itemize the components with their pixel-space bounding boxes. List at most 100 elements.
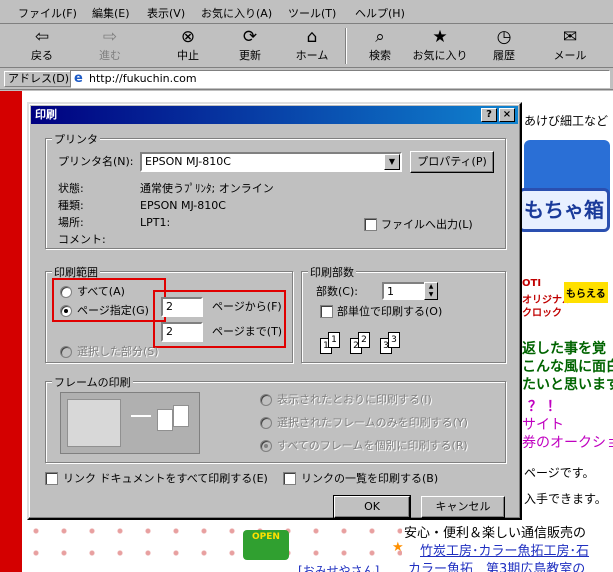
collate-checkbox[interactable]	[320, 305, 333, 318]
print-links-label[interactable]: リンク ドキュメントをすべて印刷する(E)	[63, 472, 268, 486]
collate-page-icon: 2	[358, 332, 370, 348]
print-to-file-label[interactable]: ファイルへ出力(L)	[381, 218, 473, 232]
mail-icon: ✉	[562, 27, 578, 47]
spin-up-icon[interactable]: ▲	[425, 283, 437, 291]
frames-each-label: すべてのフレームを個別に印刷する(R)	[277, 439, 468, 452]
menu-help[interactable]: ヘルプ(H)	[355, 5, 405, 21]
frames-as-laid-out-label: 表示されたとおりに印刷する(I)	[277, 393, 432, 406]
page-line-2: こんな風に面白	[522, 359, 613, 375]
frames-each-radio[interactable]	[260, 440, 272, 452]
page-line-8: 入手できます。	[524, 492, 607, 506]
print-links-checkbox[interactable]	[45, 472, 58, 485]
address-input[interactable]: e http://fukuchin.com	[70, 70, 610, 88]
refresh-button[interactable]: ⟳ 更新	[220, 27, 280, 65]
print-dialog: 印刷 ? × プリンタ プリンタ名(N): EPSON MJ-810C ▼ プロ…	[27, 102, 522, 520]
highlight-box-range	[52, 278, 166, 322]
address-label: アドレス(D)	[4, 71, 74, 87]
status-label: 状態:	[58, 182, 84, 195]
back-button[interactable]: ⇦ 戻る	[12, 27, 72, 65]
frames-as-laid-out-radio[interactable]	[260, 394, 272, 406]
history-button[interactable]: ◷ 履歴	[474, 27, 534, 65]
printer-name-select[interactable]: EPSON MJ-810C ▼	[140, 152, 402, 172]
refresh-icon: ⟳	[242, 27, 258, 47]
favorites-button[interactable]: ★ お気に入り	[410, 27, 470, 65]
status-value: 通常使うﾌﾟﾘﾝﾀ; オンライン	[140, 182, 274, 195]
forward-button[interactable]: ⇨ 進む	[80, 27, 140, 65]
forward-arrow-icon: ⇨	[102, 27, 118, 47]
search-button[interactable]: ⌕ 検索	[350, 27, 410, 65]
search-icon: ⌕	[375, 27, 385, 47]
close-button[interactable]: ×	[499, 108, 515, 122]
copies-count-input[interactable]: 1	[382, 282, 426, 300]
chevron-down-icon[interactable]: ▼	[384, 154, 400, 170]
page-line-4: ？ ！	[528, 399, 561, 415]
page-line-1: 返した事を覚	[522, 341, 606, 357]
mail-button[interactable]: ✉ メール	[540, 27, 600, 65]
favorites-icon: ★	[432, 27, 448, 47]
page-line-3: たいと思います	[522, 377, 613, 393]
frames-group-label: フレームの印刷	[52, 374, 133, 390]
ad-badge: もらえる	[564, 282, 608, 303]
menu-view[interactable]: 表示(V)	[147, 5, 185, 21]
ie-page-icon: e	[74, 71, 83, 86]
print-link-table-label[interactable]: リンクの一覧を印刷する(B)	[301, 472, 438, 486]
printer-group: プリンタ プリンタ名(N): EPSON MJ-810C ▼ プロパティ(P) …	[45, 131, 506, 249]
page-line-6[interactable]: 券のオークショ	[522, 432, 613, 452]
properties-button[interactable]: プロパティ(P)	[410, 151, 494, 173]
open-shop-graphic[interactable]: OPEN	[243, 530, 289, 560]
back-arrow-icon: ⇦	[34, 27, 50, 47]
menu-file[interactable]: ファイル(F)	[18, 5, 77, 21]
page-bottom-3[interactable]: カラー魚拓 第3期広島教室の	[408, 558, 585, 572]
printer-name-label: プリンタ名(N):	[58, 155, 134, 168]
dialog-title: 印刷	[35, 108, 57, 121]
stop-icon: ⊗	[180, 27, 196, 47]
frame-preview-icon	[60, 392, 200, 454]
page-line-7: ページです。	[524, 466, 595, 480]
menu-bar: ファイル(F) 編集(E) 表示(V) お気に入り(A) ツール(T) ヘルプ(…	[0, 0, 613, 24]
print-to-file-checkbox[interactable]	[364, 218, 377, 231]
copies-spinner[interactable]: ▲ ▼	[424, 282, 438, 300]
comment-label: コメント:	[58, 233, 106, 246]
menu-tools[interactable]: ツール(T)	[288, 5, 336, 21]
toolbar: ⇦ 戻る ⇨ 進む ⊗ 中止 ⟳ 更新 ⌂ ホーム ⌕ 検索 ★ お気に入り ◷…	[0, 24, 613, 68]
page-bottom-1: 安心・便利＆楽しい通信販売の	[404, 526, 587, 541]
collate-label[interactable]: 部単位で印刷する(O)	[337, 305, 442, 319]
print-range-group: 印刷範囲 すべて(A) ページ指定(G) 2 ページから(F) 2 ページまで(…	[45, 264, 293, 363]
frames-selected-radio[interactable]	[260, 417, 272, 429]
page-bottom-2[interactable]: 竹炭工房･カラー魚拓工房･石	[420, 540, 589, 559]
menu-edit[interactable]: 編集(E)	[92, 5, 130, 21]
page-bottom-4[interactable]: [おみせやさん]	[298, 562, 379, 572]
address-bar: アドレス(D) e http://fukuchin.com	[0, 68, 613, 90]
help-button[interactable]: ?	[481, 108, 497, 122]
menu-favorites[interactable]: お気に入り(A)	[201, 5, 272, 21]
dialog-titlebar: 印刷 ? ×	[31, 106, 518, 124]
stop-button[interactable]: ⊗ 中止	[158, 27, 218, 65]
page-line-5[interactable]: サイト	[522, 414, 564, 434]
star-bullet-icon: ★	[392, 540, 404, 555]
printer-group-label: プリンタ	[52, 131, 100, 147]
type-value: EPSON MJ-810C	[140, 199, 226, 212]
print-link-table-checkbox[interactable]	[283, 472, 296, 485]
history-icon: ◷	[496, 27, 512, 47]
toy-box-banner[interactable]: もちゃ箱	[518, 188, 610, 232]
ad-box[interactable]: OTI オリジナル クロック もらえる	[522, 268, 613, 328]
home-button[interactable]: ⌂ ホーム	[282, 27, 342, 65]
address-url: http://fukuchin.com	[89, 72, 197, 85]
where-label: 場所:	[58, 216, 84, 229]
range-selection-label: 選択した部分(S)	[77, 345, 159, 358]
collate-page-icon: 3	[388, 332, 400, 348]
frames-selected-label: 選択されたフレームのみを印刷する(Y)	[277, 416, 468, 429]
highlight-box-pages	[153, 290, 286, 348]
type-label: 種類:	[58, 199, 84, 212]
toolbar-separator	[345, 28, 347, 64]
frames-group: フレームの印刷 表示されたとおりに印刷する(I) 選択されたフレームのみを印刷す…	[45, 374, 506, 463]
range-selection-radio[interactable]	[60, 346, 72, 358]
collate-page-icon: 1	[328, 332, 340, 348]
copies-group-label: 印刷部数	[308, 264, 356, 280]
copies-count-label: 部数(C):	[316, 285, 358, 298]
copies-group: 印刷部数 部数(C): 1 ▲ ▼ 部単位で印刷する(O) 1 1 2 2 3 …	[301, 264, 506, 363]
page-red-strip	[0, 91, 22, 572]
cancel-button[interactable]: キャンセル	[421, 496, 505, 518]
spin-down-icon[interactable]: ▼	[425, 291, 437, 299]
ok-button[interactable]: OK	[333, 495, 411, 519]
